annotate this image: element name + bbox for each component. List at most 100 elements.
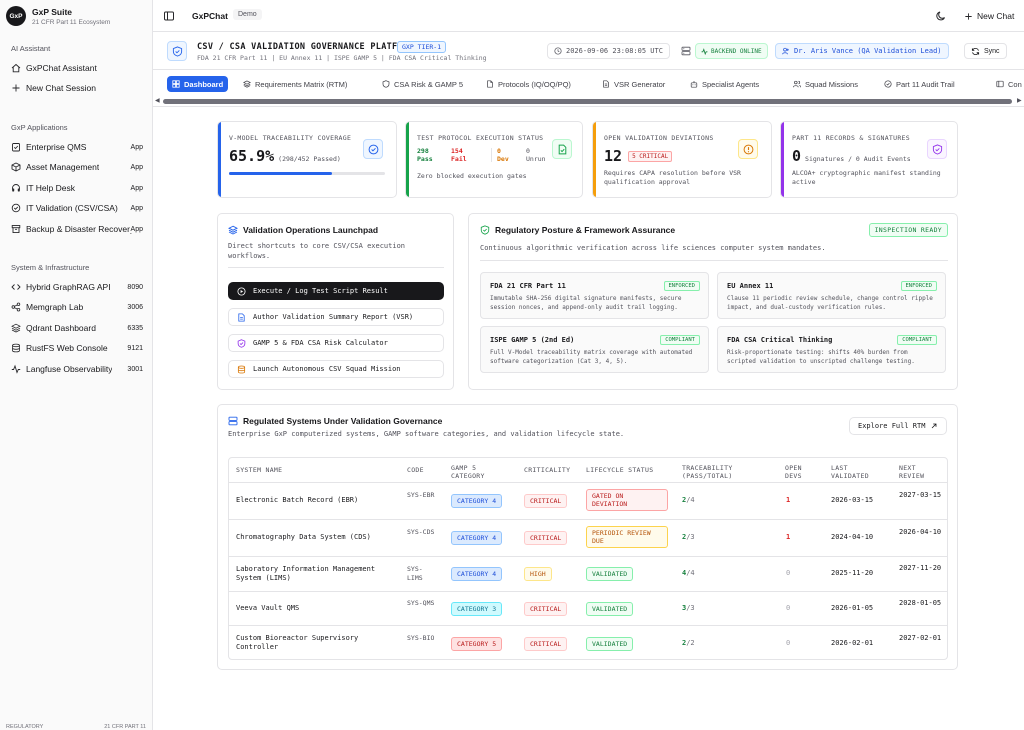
section-label-ai: AI Assistant	[11, 44, 51, 53]
kpi-value-row: 0 Signatures / 0 Audit Events	[792, 147, 911, 165]
tab-audit-trail[interactable]: Part 11 Audit Trail	[879, 76, 960, 92]
tab-config[interactable]: Con	[991, 76, 1024, 92]
tab-label: Part 11 Audit Trail	[896, 79, 955, 89]
app-badge: App	[129, 143, 143, 151]
coverage-progress-fill	[229, 172, 332, 175]
module-tabs: Dashboard Requirements Matrix (RTM) CSA …	[153, 69, 1024, 107]
sidebar-item-label: New Chat Session	[26, 83, 96, 93]
app-title: GxPChat	[192, 11, 228, 21]
author-vsr-button[interactable]: Author Validation Summary Report (VSR)	[228, 308, 444, 326]
sidebar-item-help-desk[interactable]: IT Help Desk App	[6, 179, 147, 197]
clock-icon	[554, 47, 562, 55]
framework-description: Clause 11 periodic review schedule, chan…	[727, 295, 933, 311]
brand[interactable]: GxP GxP Suite 21 CFR Part 11 Ecosystem	[6, 6, 110, 26]
sidebar-item-label: IT Help Desk	[26, 183, 75, 193]
column-header: CODE	[407, 466, 424, 474]
share-nodes-icon	[10, 301, 22, 313]
table-row[interactable]: Veeva Vault QMS SYS-QMS CATEGORY 3 CRITI…	[229, 591, 947, 625]
lifecycle-status-badge: VALIDATED	[586, 567, 634, 581]
kpi-title: V-MODEL TRACEABILITY COVERAGE	[229, 134, 352, 142]
refresh-icon	[971, 47, 980, 56]
headset-icon	[10, 182, 22, 194]
deviations-value: 12	[604, 147, 623, 165]
table-row[interactable]: Custom Bioreactor Supervisory Controller…	[229, 625, 947, 659]
tab-vsr-generator[interactable]: VSR Generator	[597, 76, 670, 92]
port-badge: 3001	[126, 365, 143, 373]
sidebar-item-new-chat[interactable]: New Chat Session	[6, 79, 147, 97]
divider	[491, 148, 492, 162]
app-badge: App	[129, 204, 143, 212]
column-header: LAST VALIDATED	[831, 464, 869, 480]
criticality-badge: CRITICAL	[524, 494, 568, 508]
table-row[interactable]: Chromatography Data System (CDS) SYS-CDS…	[229, 519, 947, 556]
sidebar-item-qms[interactable]: Enterprise QMS App	[6, 138, 147, 156]
open-deviations: 0	[786, 604, 791, 612]
sidebar-item-langfuse[interactable]: Langfuse Observability 3001	[6, 360, 147, 378]
framework-description: Immutable SHA-256 digital signature mani…	[490, 295, 682, 311]
table-row[interactable]: Laboratory Information Management System…	[229, 556, 947, 591]
scroll-left-arrow-icon[interactable]: ◀	[155, 98, 160, 104]
tab-squad-missions[interactable]: Squad Missions	[788, 76, 863, 92]
sidebar-item-asset-management[interactable]: Asset Management App	[6, 158, 147, 176]
platform-subtitle: FDA 21 CFR Part 11 | EU Annex 11 | ISPE …	[197, 54, 487, 62]
port-badge: 9121	[126, 344, 143, 352]
box-icon	[10, 161, 22, 173]
fail-count: 154 Fail	[451, 147, 467, 163]
sidebar-item-memgraph[interactable]: Memgraph Lab 3006	[6, 298, 147, 316]
tab-label: Specialist Agents	[702, 79, 760, 89]
execute-test-script-button[interactable]: Execute / Log Test Script Result	[228, 282, 444, 300]
tab-protocols[interactable]: Protocols (IQ/OQ/PQ)	[481, 76, 576, 92]
shield-check-icon	[237, 338, 246, 348]
timestamp-chip: 2026-09-06 23:08:05 UTC	[547, 43, 670, 59]
sidebar-item-backup[interactable]: Backup & Disaster Recovery App	[6, 220, 147, 238]
sidebar-item-label: RustFS Web Console	[26, 343, 108, 353]
scroll-right-arrow-icon[interactable]: ▶	[1017, 98, 1022, 104]
sidebar-item-graphrag[interactable]: Hybrid GraphRAG API 8090	[6, 278, 147, 296]
column-header: CRITICALITY	[524, 466, 571, 474]
tab-csa-risk[interactable]: CSA Risk & GAMP 5	[377, 76, 468, 92]
moon-icon[interactable]	[935, 10, 947, 22]
timestamp: 2026-09-06 23:08:05 UTC	[566, 47, 663, 55]
tab-label: VSR Generator	[614, 79, 666, 89]
sidebar-item-label: Asset Management	[26, 162, 100, 172]
sidebar-item-gxpchat[interactable]: GxPChat Assistant	[6, 59, 147, 77]
next-review: 2027-03-15	[899, 491, 942, 499]
plus-icon	[964, 12, 973, 21]
sidebar-item-qdrant[interactable]: Qdrant Dashboard 6335	[6, 319, 147, 337]
new-chat-button[interactable]: New Chat	[958, 7, 1020, 25]
tab-dashboard[interactable]: Dashboard	[167, 76, 229, 92]
traceability-ratio: 2/2	[682, 639, 695, 647]
database-icon	[237, 365, 246, 374]
tabs-scrollbar-thumb[interactable]	[163, 99, 1012, 104]
framework-card-gamp5: ISPE GAMP 5 (2nd Ed) COMPLIANT Full V-Mo…	[480, 326, 709, 373]
external-link-icon	[930, 422, 938, 430]
demo-badge: Demo	[233, 9, 262, 20]
tab-requirements-matrix[interactable]: Requirements Matrix (RTM)	[238, 76, 352, 92]
coverage-progress-bar	[229, 172, 385, 175]
tab-specialist-agents[interactable]: Specialist Agents	[685, 76, 764, 92]
framework-status: COMPLIANT	[660, 335, 700, 345]
explore-rtm-button[interactable]: Explore Full RTM	[849, 417, 948, 435]
sidebar-item-rustfs[interactable]: RustFS Web Console 9121	[6, 339, 147, 357]
traceability-ratio: 2/3	[682, 533, 695, 541]
system-name: Electronic Batch Record (EBR)	[236, 496, 359, 504]
table-row[interactable]: Electronic Batch Record (EBR) SYS-EBR CA…	[229, 482, 947, 519]
sidebar-toggle-icon[interactable]	[163, 10, 175, 22]
lifecycle-status-badge: VALIDATED	[586, 637, 634, 651]
gamp-category-badge: CATEGORY 4	[451, 494, 503, 508]
kpi-part11-card: PART 11 RECORDS & SIGNATURES 0 Signature…	[780, 121, 958, 198]
sidebar-item-it-validation[interactable]: IT Validation (CSV/CSA) App	[6, 199, 147, 217]
app-badge: App	[129, 163, 143, 171]
user-chip[interactable]: Dr. Aris Vance (QA Validation Lead)	[775, 43, 949, 59]
document-icon	[237, 312, 246, 322]
sidebar-item-label: Qdrant Dashboard	[26, 323, 96, 333]
tabs-scrollbar[interactable]	[163, 99, 1015, 104]
open-deviations: 0	[786, 639, 791, 647]
sync-button[interactable]: Sync	[964, 43, 1007, 59]
tab-label: CSA Risk & GAMP 5	[394, 79, 464, 89]
system-name: Veeva Vault QMS	[236, 604, 300, 612]
pass-count: 298 Pass	[417, 147, 433, 163]
layers-icon	[228, 225, 238, 235]
launch-squad-mission-button[interactable]: Launch Autonomous CSV Squad Mission	[228, 360, 444, 378]
risk-calculator-button[interactable]: GAMP 5 & FDA CSA Risk Calculator	[228, 334, 444, 352]
